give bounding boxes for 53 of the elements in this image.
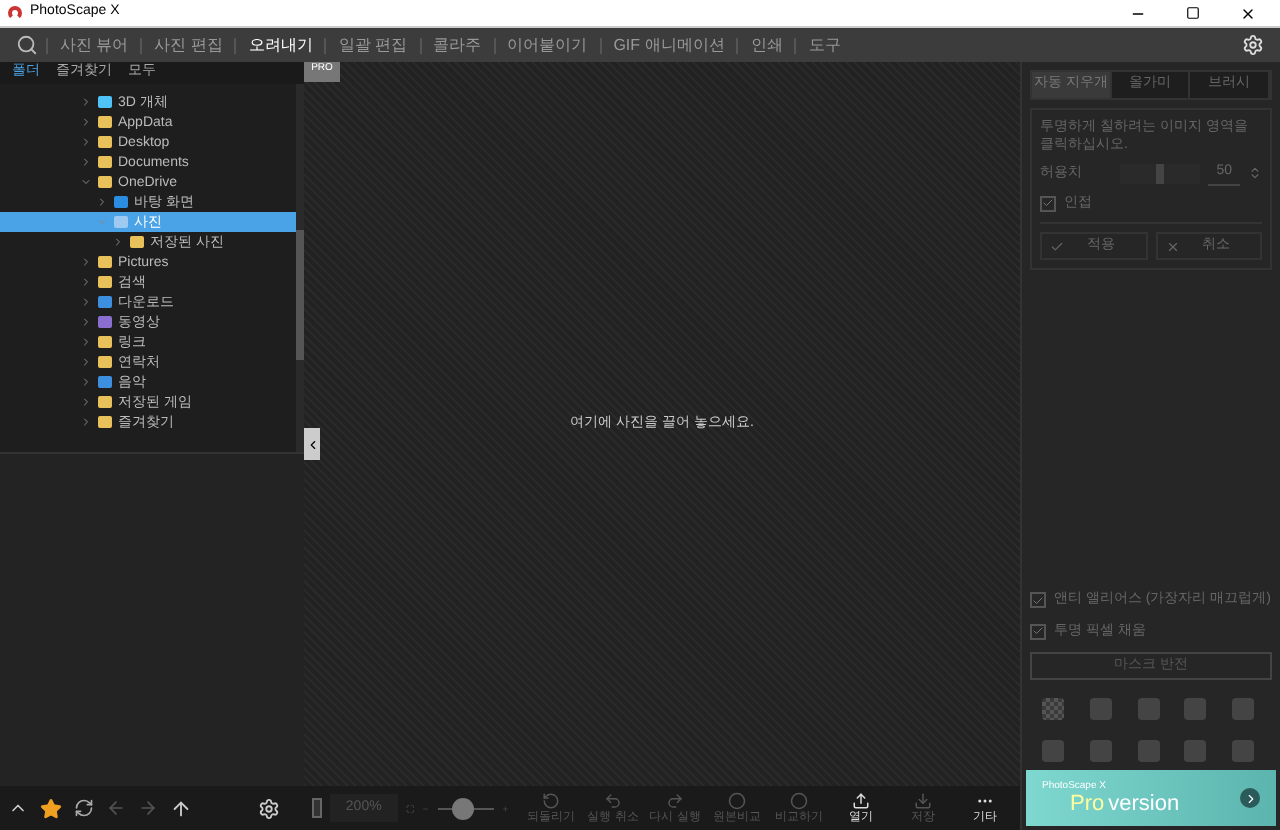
back-icon[interactable] — [106, 798, 126, 818]
redo-icon — [666, 792, 685, 810]
collapse-handle[interactable] — [304, 428, 320, 460]
open-icon — [852, 792, 871, 810]
compare-toggle-icon[interactable] — [312, 798, 322, 818]
background-swatch[interactable] — [1089, 698, 1112, 720]
background-swatch[interactable] — [1137, 698, 1160, 720]
menu-tab[interactable]: 이어붙이기 — [495, 33, 600, 57]
maximize-icon[interactable] — [1186, 6, 1200, 20]
menu-tab[interactable]: 사진 뷰어 — [48, 33, 141, 57]
checker-swatch[interactable] — [1042, 698, 1064, 720]
search-icon[interactable] — [16, 34, 38, 56]
revert-icon — [542, 792, 561, 810]
check-icon — [1050, 239, 1064, 253]
background-swatch[interactable] — [1232, 740, 1255, 762]
star-icon[interactable] — [40, 797, 62, 819]
refresh-icon[interactable] — [74, 798, 94, 818]
menu-tab[interactable]: GIF 애니메이션 — [601, 33, 737, 57]
compare2-icon — [790, 792, 809, 810]
background-swatch[interactable] — [1042, 740, 1064, 762]
menu-tab[interactable]: 콜라주 — [421, 33, 494, 57]
close-icon — [1165, 239, 1179, 253]
checkbox[interactable] — [1030, 623, 1046, 640]
settings-icon[interactable] — [1242, 34, 1264, 56]
close-icon[interactable] — [1240, 5, 1256, 21]
checkbox[interactable] — [1030, 592, 1046, 609]
background-swatch[interactable] — [1184, 698, 1207, 720]
background-swatch[interactable] — [1232, 698, 1255, 720]
menu-tab[interactable]: 오려내기 — [236, 33, 325, 57]
menu-tab[interactable]: 도구 — [796, 33, 853, 57]
undo-icon — [604, 792, 623, 810]
slider-thumb[interactable] — [1156, 163, 1165, 184]
banner-pro: Pro — [1070, 794, 1105, 817]
menu-tab[interactable]: 일괄 편집 — [326, 33, 420, 57]
background-swatch[interactable] — [1137, 740, 1160, 762]
scrollbar[interactable] — [296, 84, 304, 452]
checkbox[interactable] — [1040, 195, 1056, 212]
menu-tab[interactable]: 사진 편집 — [142, 33, 235, 57]
zoom-slider[interactable] — [437, 797, 494, 819]
spinner-icon[interactable] — [1248, 166, 1262, 181]
compare-icon — [728, 792, 747, 810]
up-icon[interactable] — [170, 797, 192, 819]
banner-version: version — [1108, 794, 1180, 817]
settings-icon[interactable] — [258, 797, 280, 819]
background-swatch[interactable] — [1089, 740, 1112, 762]
fit-icon[interactable] — [405, 799, 415, 817]
tolerance-slider[interactable] — [1120, 163, 1201, 184]
background-swatch[interactable] — [1184, 740, 1207, 762]
app-logo-icon — [8, 6, 22, 20]
save-icon — [914, 792, 933, 810]
slider-thumb[interactable] — [451, 797, 474, 819]
forward-icon[interactable] — [138, 798, 158, 818]
menu-tab[interactable]: 인쇄 — [738, 33, 795, 57]
